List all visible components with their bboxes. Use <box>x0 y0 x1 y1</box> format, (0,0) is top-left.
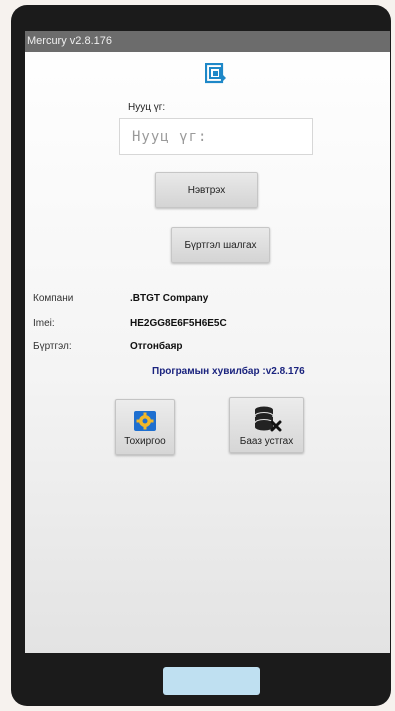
app-screen: Mercury v2.8.176 Нууц үг: Нэвтрэх Бүртгэ… <box>25 31 390 653</box>
app-title: Mercury v2.8.176 <box>27 35 112 47</box>
registration-label: Бүртгэл: <box>33 341 72 352</box>
check-registration-button[interactable]: Бүртгэл шалгах <box>171 227 270 263</box>
password-input[interactable] <box>119 118 313 155</box>
settings-label: Тохиргоо <box>124 436 166 447</box>
imei-label: Imei: <box>33 318 55 329</box>
settings-button[interactable]: Тохиргоо <box>115 399 175 455</box>
registration-value: Отгонбаяр <box>130 341 183 352</box>
gear-icon <box>134 411 156 431</box>
device-frame: Mercury v2.8.176 Нууц үг: Нэвтрэх Бүртгэ… <box>11 5 391 706</box>
company-label: Компани <box>33 293 74 304</box>
app-title-bar: Mercury v2.8.176 <box>25 31 390 52</box>
imei-value: HE2GG8E6F5H6E5C <box>130 318 227 329</box>
company-row: Компани .BTGT Company <box>25 293 390 307</box>
company-value: .BTGT Company <box>130 293 209 304</box>
registration-row: Бүртгэл: Отгонбаяр <box>25 341 390 355</box>
database-delete-icon <box>254 406 281 432</box>
home-nav-button[interactable] <box>163 667 260 695</box>
version-text: Програмын хувилбар :v2.8.176 <box>152 366 305 377</box>
app-logo <box>204 62 227 85</box>
delete-database-label: Бааз устгах <box>239 436 294 447</box>
password-label: Нууц үг: <box>128 102 166 113</box>
delete-database-button[interactable]: Бааз устгах <box>229 397 304 453</box>
imei-row: Imei: HE2GG8E6F5H6E5C <box>25 318 390 332</box>
login-button[interactable]: Нэвтрэх <box>155 172 258 208</box>
